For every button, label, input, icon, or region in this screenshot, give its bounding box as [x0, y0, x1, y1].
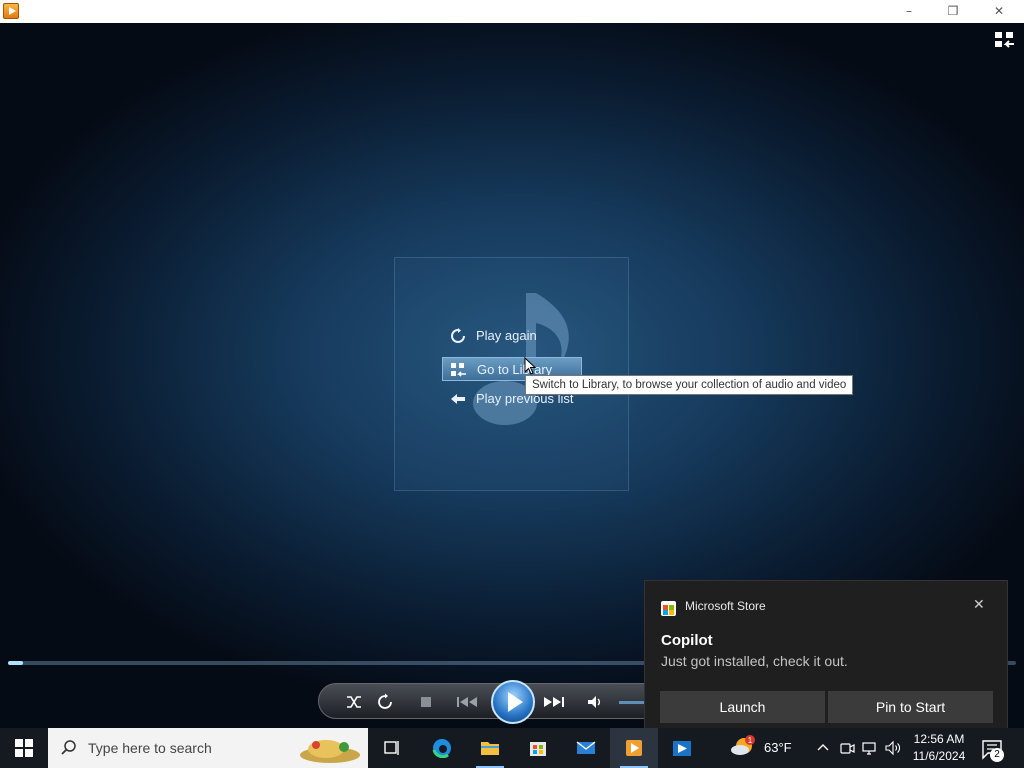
- movies-tv-button[interactable]: [658, 728, 706, 768]
- mouse-cursor-icon: [524, 357, 536, 375]
- media-player-icon: [626, 740, 642, 756]
- launch-button[interactable]: Launch: [660, 691, 825, 723]
- microsoft-store-icon: [661, 601, 676, 616]
- play-again-label: Play again: [476, 328, 537, 343]
- taskbar: Type here to search 1 63°F 12:56 AM 11/6…: [0, 728, 1024, 768]
- close-button[interactable]: ✕: [976, 0, 1022, 22]
- windows-logo-icon: [15, 739, 33, 757]
- task-view-button[interactable]: [368, 728, 416, 768]
- search-icon: [61, 740, 76, 755]
- weather-badge: 1: [748, 736, 753, 745]
- notification-title: Copilot: [661, 632, 713, 649]
- task-view-icon: [384, 741, 399, 755]
- mail-button[interactable]: [562, 728, 610, 768]
- movies-tv-icon: [673, 741, 691, 756]
- chevron-up-icon[interactable]: [815, 740, 831, 756]
- close-icon[interactable]: ✕: [973, 597, 985, 613]
- previous-track-icon[interactable]: [455, 693, 481, 711]
- store-notification: Microsoft Store ✕ Copilot Just got insta…: [644, 580, 1008, 728]
- weather-icon[interactable]: 1: [730, 734, 756, 758]
- clock-time: 12:56 AM: [913, 732, 965, 746]
- repeat-icon[interactable]: [376, 693, 394, 711]
- library-icon: [451, 363, 466, 377]
- notification-app-name: Microsoft Store: [685, 599, 766, 613]
- replay-icon: [451, 328, 465, 343]
- pin-to-start-button[interactable]: Pin to Start: [828, 691, 993, 723]
- media-player-icon[interactable]: [3, 3, 19, 19]
- restore-button[interactable]: ❐: [930, 0, 976, 22]
- next-track-icon[interactable]: [541, 693, 567, 711]
- search-highlight-image: [300, 740, 360, 763]
- folder-icon: [481, 742, 499, 755]
- mail-icon: [576, 741, 596, 754]
- clock-date: 11/6/2024: [912, 749, 966, 763]
- edge-button[interactable]: [418, 728, 466, 768]
- speaker-icon[interactable]: [885, 740, 901, 756]
- title-bar: – ❐ ✕: [0, 0, 1024, 23]
- library-tooltip: Switch to Library, to browse your collec…: [525, 375, 854, 395]
- stop-icon[interactable]: [417, 693, 435, 711]
- edge-browser-icon: [432, 739, 451, 758]
- meet-now-icon[interactable]: [839, 740, 855, 756]
- seek-progress: [8, 661, 24, 665]
- back-arrow-icon: [451, 394, 465, 404]
- play-icon: [508, 692, 523, 712]
- search-placeholder: Type here to search: [88, 740, 212, 756]
- notification-body: Just got installed, check it out.: [661, 653, 848, 669]
- network-icon[interactable]: [862, 740, 878, 756]
- weather-temperature[interactable]: 63°F: [764, 740, 792, 755]
- clock[interactable]: 12:56 AM 11/6/2024: [906, 731, 972, 765]
- minimize-button[interactable]: –: [886, 0, 932, 22]
- playback-controls: [318, 680, 698, 724]
- store-button[interactable]: [514, 728, 562, 768]
- media-player-taskbar-button[interactable]: [610, 728, 658, 768]
- shuffle-icon[interactable]: [345, 693, 363, 711]
- file-explorer-button[interactable]: [466, 728, 514, 768]
- search-box[interactable]: Type here to search: [48, 728, 368, 768]
- play-again-item[interactable]: Play again: [442, 324, 582, 348]
- start-button[interactable]: [0, 728, 48, 768]
- microsoft-store-icon: [530, 742, 546, 756]
- switch-view-icon[interactable]: [994, 31, 1016, 49]
- now-playing-area: Play again Go to Library Play previous l…: [0, 23, 1024, 728]
- notification-count-badge: 2: [990, 748, 1004, 762]
- volume-icon[interactable]: [586, 693, 604, 711]
- play-button[interactable]: [491, 680, 535, 724]
